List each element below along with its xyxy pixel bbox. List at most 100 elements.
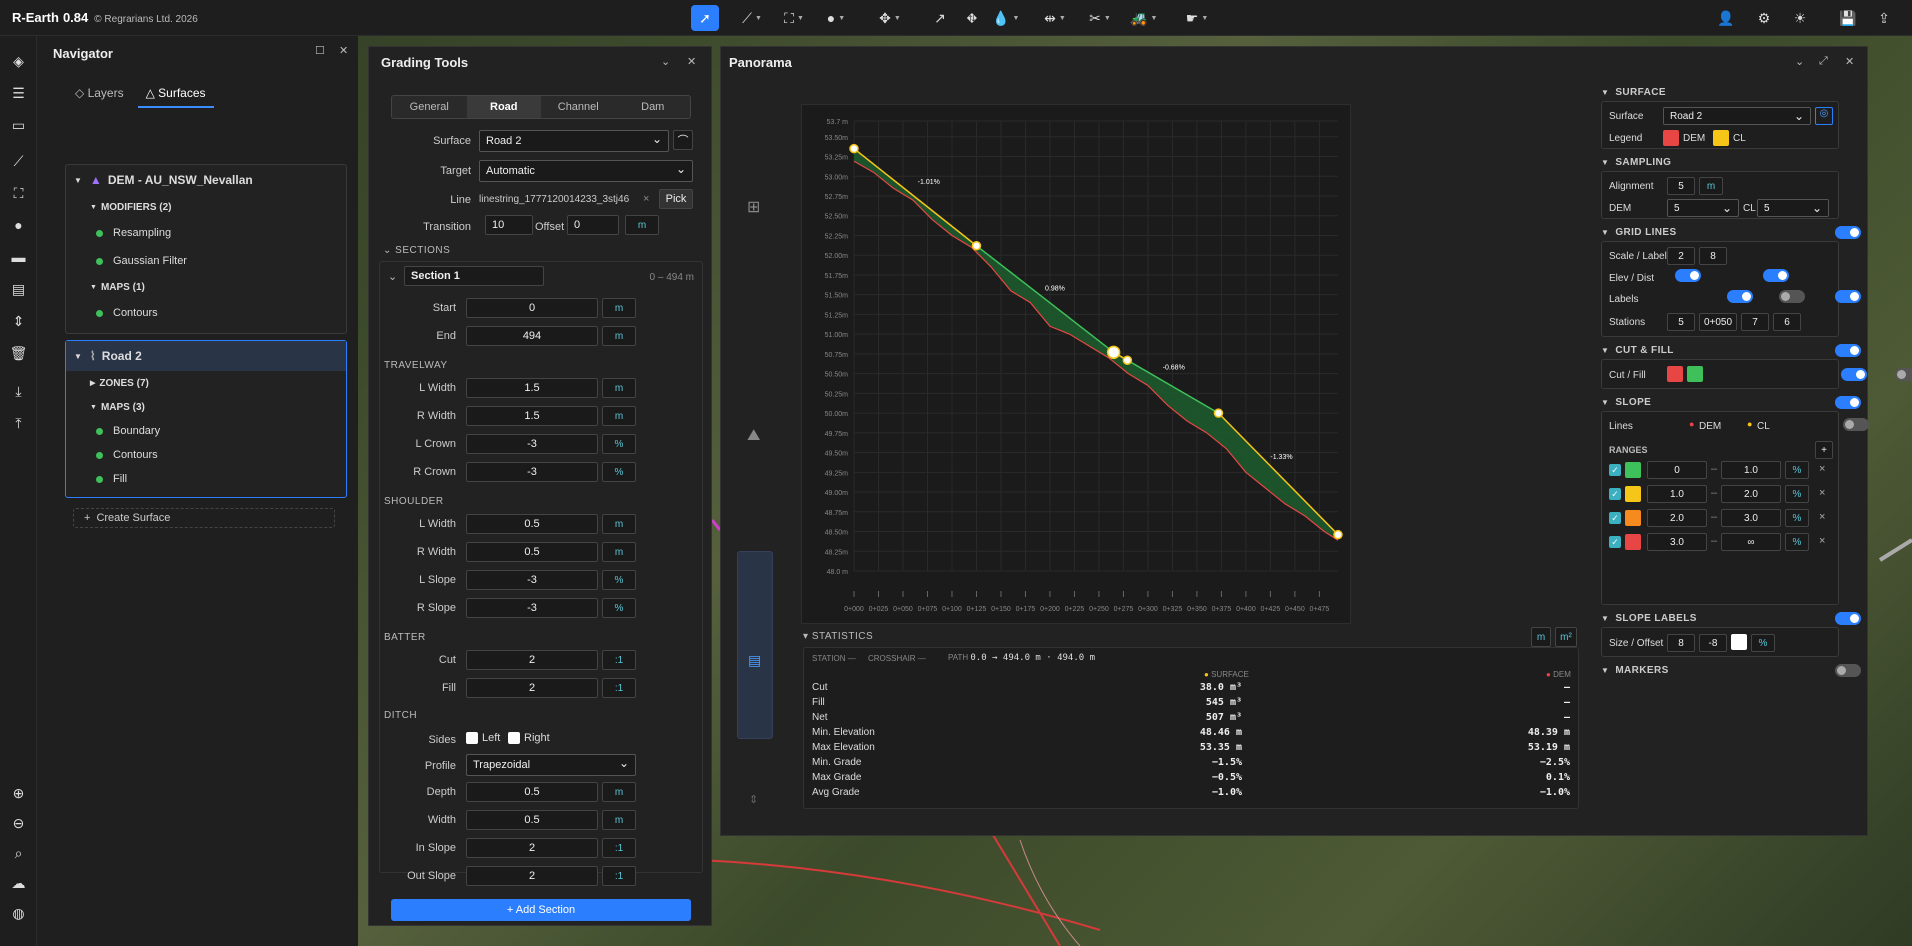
zoom-in-button[interactable]: ⊕ bbox=[0, 780, 37, 806]
ditch-out-slope-unit[interactable]: :1 bbox=[602, 866, 636, 886]
travelway-l-width-input[interactable]: 1.5 bbox=[466, 378, 598, 398]
batter-cut-unit[interactable]: :1 bbox=[602, 650, 636, 670]
move-tool-button[interactable]: ✥ ▼ bbox=[878, 5, 902, 31]
close-icon[interactable]: ✕ bbox=[1845, 55, 1854, 68]
batter-fill-input[interactable]: 2 bbox=[466, 678, 598, 698]
line-button[interactable]: ⟋ bbox=[0, 148, 37, 174]
range-min-input[interactable]: 0 bbox=[1647, 461, 1707, 479]
point-button[interactable]: ● bbox=[0, 212, 37, 238]
ditch-out-slope-input[interactable]: 2 bbox=[466, 866, 598, 886]
select-tool-button[interactable]: ➚ bbox=[691, 5, 719, 31]
range-unit[interactable]: % bbox=[1785, 461, 1809, 479]
stations-input-d[interactable]: 6 bbox=[1773, 313, 1801, 331]
list-item[interactable]: Gaussian Filter bbox=[66, 247, 346, 275]
start-input[interactable]: 0 bbox=[466, 298, 598, 318]
target-icon[interactable]: ◎ bbox=[1815, 107, 1833, 125]
terrain-view-icon[interactable]: ⛰ bbox=[747, 427, 760, 445]
shoulder-r-slope-unit[interactable]: % bbox=[602, 598, 636, 618]
modifiers-header[interactable]: ▼ MODIFIERS (2) bbox=[66, 195, 346, 219]
labels-toggle-b[interactable] bbox=[1779, 290, 1805, 303]
end-unit[interactable]: m bbox=[602, 326, 636, 346]
section-name-input[interactable]: Section 1 bbox=[404, 266, 544, 286]
grid-view-icon[interactable]: ⊞ bbox=[747, 197, 760, 217]
add-section-button[interactable]: + Add Section bbox=[391, 899, 691, 921]
range-swatch[interactable] bbox=[1625, 510, 1641, 526]
stations-input-b[interactable]: 0+050 bbox=[1699, 313, 1737, 331]
folder-button[interactable]: ▬ bbox=[0, 244, 37, 270]
profile-tool-button[interactable]: ↗ bbox=[928, 5, 952, 31]
travelway-l-crown-input[interactable]: -3 bbox=[466, 434, 598, 454]
polyline-tool-button[interactable]: ⟋ ▼ bbox=[740, 5, 764, 31]
end-input[interactable]: 494 bbox=[466, 326, 598, 346]
range-unit[interactable]: % bbox=[1785, 485, 1809, 503]
remove-range-icon[interactable]: × bbox=[1819, 463, 1825, 475]
align-icon[interactable]: ⇕ bbox=[749, 793, 758, 806]
cut-fill-toggle-b[interactable] bbox=[1895, 368, 1912, 381]
markers-section-toggle[interactable] bbox=[1835, 664, 1861, 677]
scale-input-b[interactable]: 8 bbox=[1699, 247, 1727, 265]
upload-button[interactable]: ⤒ bbox=[0, 410, 37, 436]
shoulder-r-slope-input[interactable]: -3 bbox=[466, 598, 598, 618]
left-checkbox[interactable] bbox=[466, 732, 478, 744]
save-button[interactable]: 💾 bbox=[1836, 5, 1860, 31]
surface-dem-header[interactable]: ▼ ▲ DEM - AU_NSW_Nevallan bbox=[66, 165, 346, 195]
export-button[interactable]: ⇪ bbox=[1872, 5, 1896, 31]
list-item[interactable]: Resampling bbox=[66, 219, 346, 247]
labels-toggle-c[interactable] bbox=[1835, 290, 1861, 303]
ditch-in-slope-unit[interactable]: :1 bbox=[602, 838, 636, 858]
pick-button[interactable]: Pick bbox=[659, 189, 693, 209]
range-max-input[interactable]: 1.0 bbox=[1721, 461, 1781, 479]
document-button[interactable]: ▤ bbox=[0, 276, 37, 302]
surface-section[interactable]: ▼ SURFACE bbox=[1601, 87, 1861, 98]
surface-road-header[interactable]: ▼ ⌇ Road 2 bbox=[66, 341, 346, 371]
list-item[interactable]: Contours bbox=[66, 299, 346, 327]
grid-lines-section[interactable]: ▼ GRID LINES bbox=[1601, 226, 1861, 239]
ditch-width-unit[interactable]: m bbox=[602, 810, 636, 830]
statistics-header[interactable]: ▾ STATISTICS bbox=[803, 631, 873, 642]
shape-button[interactable]: ⛶ bbox=[0, 180, 37, 206]
range-checkbox[interactable]: ✓ bbox=[1609, 464, 1621, 476]
scale-input-a[interactable]: 2 bbox=[1667, 247, 1695, 265]
fill-swatch[interactable] bbox=[1687, 366, 1703, 382]
tab-surfaces[interactable]: △ Surfaces bbox=[137, 80, 214, 108]
options-tool-button[interactable]: ☛ ▼ bbox=[1185, 5, 1209, 31]
stations-input-c[interactable]: 7 bbox=[1741, 313, 1769, 331]
range-checkbox[interactable]: ✓ bbox=[1609, 488, 1621, 500]
cut-fill-section[interactable]: ▼ CUT & FILL bbox=[1601, 344, 1861, 357]
water-tool-button[interactable]: 💧 ▼ bbox=[992, 5, 1019, 31]
slope-section-toggle[interactable] bbox=[1835, 396, 1861, 409]
batter-cut-input[interactable]: 2 bbox=[466, 650, 598, 670]
travelway-l-crown-unit[interactable]: % bbox=[602, 434, 636, 454]
profile-select[interactable]: Trapezoidal bbox=[466, 754, 636, 776]
range-swatch[interactable] bbox=[1625, 462, 1641, 478]
slope-labels-section[interactable]: ▼ SLOPE LABELS bbox=[1601, 612, 1861, 625]
shoulder-l-width-input[interactable]: 0.5 bbox=[466, 514, 598, 534]
chart-icon[interactable]: ⌒ bbox=[673, 130, 693, 150]
remove-range-icon[interactable]: × bbox=[1819, 487, 1825, 499]
cl-select[interactable]: 5 bbox=[1757, 199, 1829, 217]
sections-header[interactable]: ⌄ SECTIONS bbox=[383, 245, 450, 256]
ditch-depth-input[interactable]: 0.5 bbox=[466, 782, 598, 802]
range-min-input[interactable]: 2.0 bbox=[1647, 509, 1707, 527]
range-min-input[interactable]: 3.0 bbox=[1647, 533, 1707, 551]
stations-input-a[interactable]: 5 bbox=[1667, 313, 1695, 331]
cut-fill-toggle-a[interactable] bbox=[1841, 368, 1867, 381]
collapse-icon[interactable]: ⌄ bbox=[661, 55, 670, 68]
clear-icon[interactable]: × bbox=[643, 193, 649, 205]
right-checkbox[interactable] bbox=[508, 732, 520, 744]
layers-button[interactable]: ◈ bbox=[0, 48, 37, 74]
size-unit[interactable]: % bbox=[1751, 634, 1775, 652]
unit-m2-button[interactable]: m² bbox=[1555, 627, 1577, 647]
target-select[interactable]: Automatic bbox=[479, 160, 693, 182]
polygon-tool-button[interactable]: ⛶ ▼ bbox=[782, 5, 806, 31]
adjust-button[interactable]: ☰ bbox=[0, 80, 37, 106]
tab-general[interactable]: General bbox=[392, 96, 467, 118]
cut-swatch[interactable] bbox=[1667, 366, 1683, 382]
ditch-in-slope-input[interactable]: 2 bbox=[466, 838, 598, 858]
dist-toggle[interactable] bbox=[1763, 269, 1789, 282]
range-max-input[interactable]: 3.0 bbox=[1721, 509, 1781, 527]
list-item[interactable]: Fill bbox=[66, 467, 346, 491]
vehicle-tool-button[interactable]: 🚜 ▼ bbox=[1130, 5, 1157, 31]
shoulder-r-width-input[interactable]: 0.5 bbox=[466, 542, 598, 562]
panorama-surface-select[interactable]: Road 2 bbox=[1663, 107, 1811, 125]
